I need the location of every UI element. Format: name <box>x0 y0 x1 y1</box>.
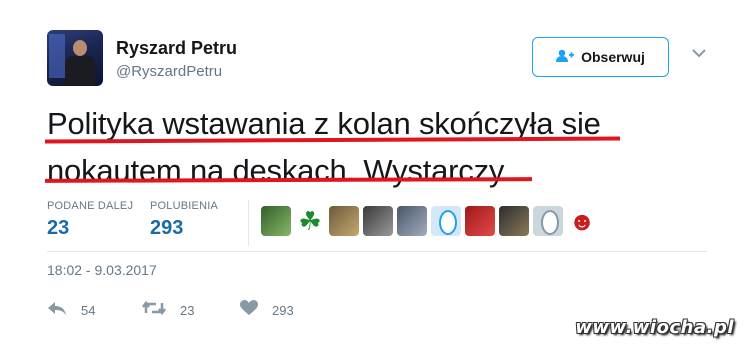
follow-button[interactable]: Obserwuj <box>532 37 669 77</box>
default-egg-avatar-icon[interactable] <box>533 206 563 236</box>
liker-avatar[interactable] <box>329 206 359 236</box>
add-user-icon <box>556 49 575 66</box>
like-button[interactable]: 293 <box>240 300 294 320</box>
retweets-stat[interactable]: PODANE DALEJ 23 <box>47 200 133 240</box>
liker-avatar[interactable] <box>261 206 291 236</box>
reply-icon <box>47 300 67 320</box>
avatar-figure-head <box>73 40 87 56</box>
likes-stat[interactable]: POLUBIENIA 293 <box>150 200 218 240</box>
tweet-timestamp[interactable]: 18:02 - 9.03.2017 <box>47 262 157 278</box>
avatar-background <box>49 34 65 78</box>
retweets-label: PODANE DALEJ <box>47 200 134 212</box>
chevron-down-icon[interactable] <box>690 44 708 62</box>
shamrock-icon[interactable]: ☘ <box>295 206 325 236</box>
divider <box>47 251 707 252</box>
reply-button[interactable]: 54 <box>47 300 95 320</box>
retweet-icon <box>142 300 166 320</box>
retweet-button[interactable]: 23 <box>142 300 194 320</box>
liker-avatar[interactable] <box>363 206 393 236</box>
retweet-count: 23 <box>180 302 195 318</box>
author-name[interactable]: Ryszard Petru <box>116 38 237 59</box>
retweets-value: 23 <box>47 217 70 239</box>
reply-count: 54 <box>81 302 96 318</box>
like-count: 293 <box>272 302 294 318</box>
watermark: www.wiocha.pl <box>575 317 734 338</box>
likes-label: POLUBIENIA <box>150 200 219 212</box>
liker-avatar[interactable] <box>465 206 495 236</box>
author-avatar[interactable] <box>47 30 103 86</box>
liker-avatar[interactable] <box>499 206 529 236</box>
avatar-figure-body <box>65 56 95 86</box>
follow-button-label: Obserwuj <box>581 49 645 65</box>
default-egg-avatar-icon[interactable] <box>431 206 461 236</box>
author-handle[interactable]: @RyszardPetru <box>116 63 222 80</box>
stats-divider <box>248 200 249 246</box>
liker-avatar[interactable] <box>397 206 427 236</box>
heart-icon <box>240 300 258 320</box>
liker-avatars: ☘ ☻ <box>261 206 597 236</box>
devil-face-icon[interactable]: ☻ <box>567 206 597 236</box>
likes-value: 293 <box>150 217 184 239</box>
